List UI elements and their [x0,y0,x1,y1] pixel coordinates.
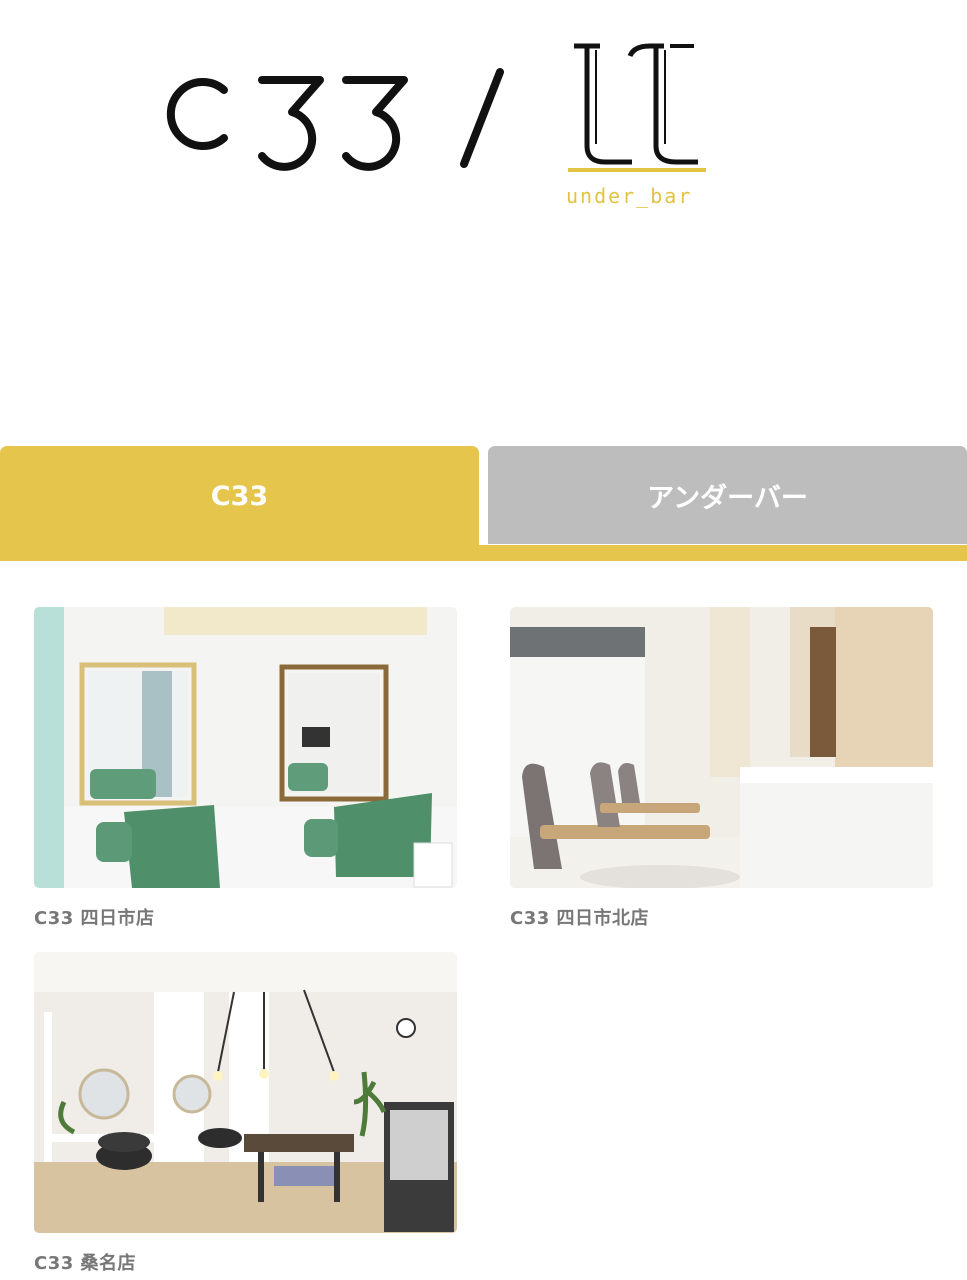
store-card-kuwana[interactable]: C33 桑名店 [34,952,457,1275]
store-name[interactable]: C33 四日市北店 [510,904,933,930]
store-card-yokkaichi-kita[interactable]: C33 四日市北店 [510,607,933,930]
tab-underline [0,545,967,561]
store-name[interactable]: C33 四日市店 [34,904,457,930]
brand-tabs: C33 アンダーバー [0,446,967,562]
salon-pendant-lights-photo[interactable] [34,952,457,1233]
tab-c33[interactable]: C33 [0,446,479,546]
c33-logo [166,68,504,171]
salon-green-chairs-photo[interactable] [34,607,457,888]
header-logos: under_bar [0,0,967,260]
store-card-yokkaichi[interactable]: C33 四日市店 [34,607,457,930]
underbar-logo-text: under_bar [566,184,693,208]
underbar-logo [568,43,706,172]
tab-underbar[interactable]: アンダーバー [488,446,967,544]
store-name[interactable]: C33 桑名店 [34,1249,457,1275]
salon-window-chairs-photo[interactable] [510,607,933,888]
